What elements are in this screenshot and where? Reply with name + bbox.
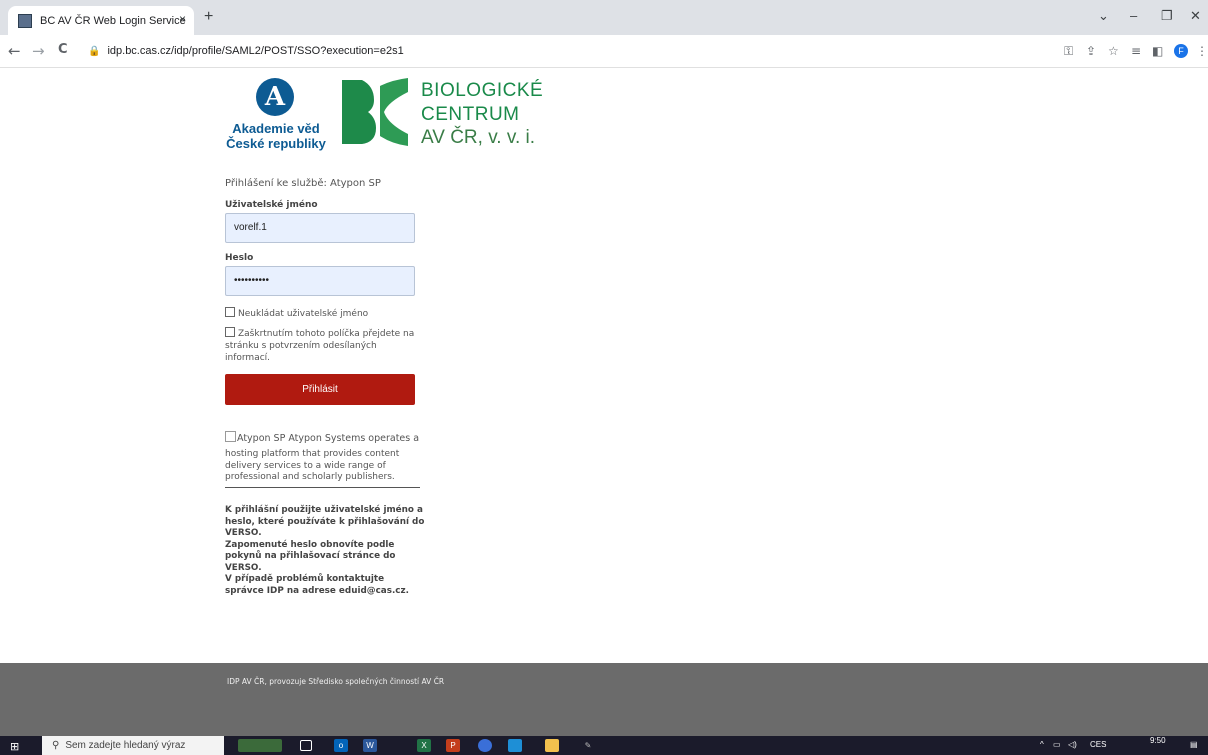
- avcr-logo-line2: České republiky: [226, 136, 326, 151]
- broken-image-icon: [225, 431, 236, 442]
- help-text: K přihlášní použijte uživatelské jméno a…: [225, 505, 425, 597]
- help-line-1: K přihlášní použijte uživatelské jméno a…: [225, 505, 425, 538]
- avcr-logo: A Akademie věd České republiky: [224, 78, 328, 158]
- chrome-icon[interactable]: [478, 739, 492, 752]
- page-footer: IDP AV ČR, provozuje Středisko společnýc…: [0, 663, 1208, 736]
- taskbar-search-placeholder: Sem zadejte hledaný výraz: [65, 740, 186, 751]
- taskbar-search[interactable]: ⚲ Sem zadejte hledaný výraz: [42, 736, 224, 755]
- windows-start-icon[interactable]: ⊞: [10, 740, 19, 753]
- minimize-icon[interactable]: –: [1130, 8, 1137, 23]
- bookmark-star-icon[interactable]: ☆: [1108, 44, 1119, 58]
- help-line-2: Zapomenuté heslo obnovíte podle pokynů n…: [225, 539, 396, 573]
- reading-list-icon[interactable]: ≡: [1131, 44, 1141, 58]
- browser-tab[interactable]: BC AV ČR Web Login Service ×: [8, 6, 194, 35]
- bc-logo-line2: CENTRUM: [421, 104, 520, 125]
- powerpoint-icon[interactable]: P: [446, 739, 460, 752]
- windows-taskbar: ⊞ ⚲ Sem zadejte hledaný výraz o W X P ✎ ^…: [0, 736, 1208, 755]
- profile-avatar[interactable]: F: [1174, 44, 1188, 58]
- tray-chevron-icon[interactable]: ^: [1040, 740, 1044, 749]
- file-explorer-icon[interactable]: [545, 739, 559, 752]
- tab-search-icon[interactable]: ⌄: [1098, 8, 1109, 24]
- tab-close-icon[interactable]: ×: [179, 12, 186, 26]
- back-icon[interactable]: ←: [8, 42, 21, 60]
- side-panel-icon[interactable]: ◧: [1152, 44, 1163, 58]
- word-icon[interactable]: W: [363, 739, 377, 752]
- store-icon[interactable]: [508, 739, 522, 752]
- bc-logo-line1: BIOLOGICKÉ: [421, 80, 544, 101]
- sp-logo-alt-text: Atypon SP Atypon Systems operates a: [237, 433, 420, 444]
- notification-icon[interactable]: ▤: [1190, 740, 1198, 749]
- tab-title: BC AV ČR Web Login Service: [40, 14, 186, 27]
- network-icon[interactable]: ▭: [1053, 740, 1061, 749]
- paint-icon[interactable]: ✎: [581, 739, 595, 752]
- remember-username-option[interactable]: Neukládat uživatelské jméno: [225, 307, 415, 320]
- share-icon[interactable]: ⇪: [1086, 44, 1096, 58]
- bc-logo-mark-icon: [342, 78, 408, 146]
- username-input[interactable]: vorelf.1: [225, 213, 415, 243]
- volume-icon[interactable]: ◁): [1068, 740, 1077, 749]
- login-button[interactable]: Přihlásit: [225, 374, 415, 405]
- lock-icon: 🔒: [88, 45, 101, 57]
- browser-tab-bar: BC AV ČR Web Login Service × + ⌄ – ❐ ✕: [0, 0, 1208, 35]
- avcr-logo-line1: Akademie věd: [232, 121, 320, 136]
- key-icon[interactable]: ⚿: [1064, 44, 1073, 59]
- language-indicator[interactable]: CES: [1090, 740, 1106, 749]
- username-label: Uživatelské jméno: [225, 200, 318, 210]
- consent-label: Zaškrtnutím tohoto políčka přejdete na s…: [225, 329, 415, 363]
- help-line-3: V případě problémů kontaktujte správce I…: [225, 574, 409, 596]
- reload-icon[interactable]: C: [58, 42, 68, 57]
- widgets-icon[interactable]: [238, 739, 282, 752]
- restore-icon[interactable]: ❐: [1161, 8, 1173, 24]
- clock-time[interactable]: 9:50: [1150, 736, 1166, 745]
- new-tab-button[interactable]: +: [204, 8, 213, 26]
- remember-username-checkbox[interactable]: [225, 307, 235, 317]
- url-text: idp.bc.cas.cz/idp/profile/SAML2/POST/SSO…: [107, 45, 404, 57]
- bc-logo-line3: AV ČR, v. v. i.: [421, 127, 536, 148]
- address-bar[interactable]: 🔒 idp.bc.cas.cz/idp/profile/SAML2/POST/S…: [88, 39, 1018, 63]
- excel-icon[interactable]: X: [417, 739, 431, 752]
- service-label: Přihlášení ke službě: Atypon SP: [225, 178, 381, 189]
- consent-option[interactable]: Zaškrtnutím tohoto políčka přejdete na s…: [225, 327, 415, 364]
- avcr-logo-mark: A: [256, 78, 294, 116]
- footer-text: IDP AV ČR, provozuje Středisko společnýc…: [227, 677, 445, 686]
- search-icon: ⚲: [52, 740, 60, 751]
- remember-username-label: Neukládat uživatelské jméno: [238, 309, 369, 319]
- outlook-icon[interactable]: o: [334, 739, 348, 752]
- window-close-icon[interactable]: ✕: [1190, 8, 1201, 24]
- password-input[interactable]: ••••••••••: [225, 266, 415, 296]
- forward-icon[interactable]: →: [32, 42, 45, 60]
- browser-toolbar: ← → C 🔒 idp.bc.cas.cz/idp/profile/SAML2/…: [0, 35, 1208, 68]
- sp-description: hosting platform that provides content d…: [225, 449, 420, 488]
- favicon-icon: [18, 13, 32, 28]
- menu-kebab-icon[interactable]: ⋮: [1196, 44, 1208, 58]
- consent-checkbox[interactable]: [225, 327, 235, 337]
- sp-logo-image: Atypon SP Atypon Systems operates a: [225, 431, 425, 444]
- task-view-icon[interactable]: [300, 740, 312, 751]
- password-label: Heslo: [225, 253, 254, 263]
